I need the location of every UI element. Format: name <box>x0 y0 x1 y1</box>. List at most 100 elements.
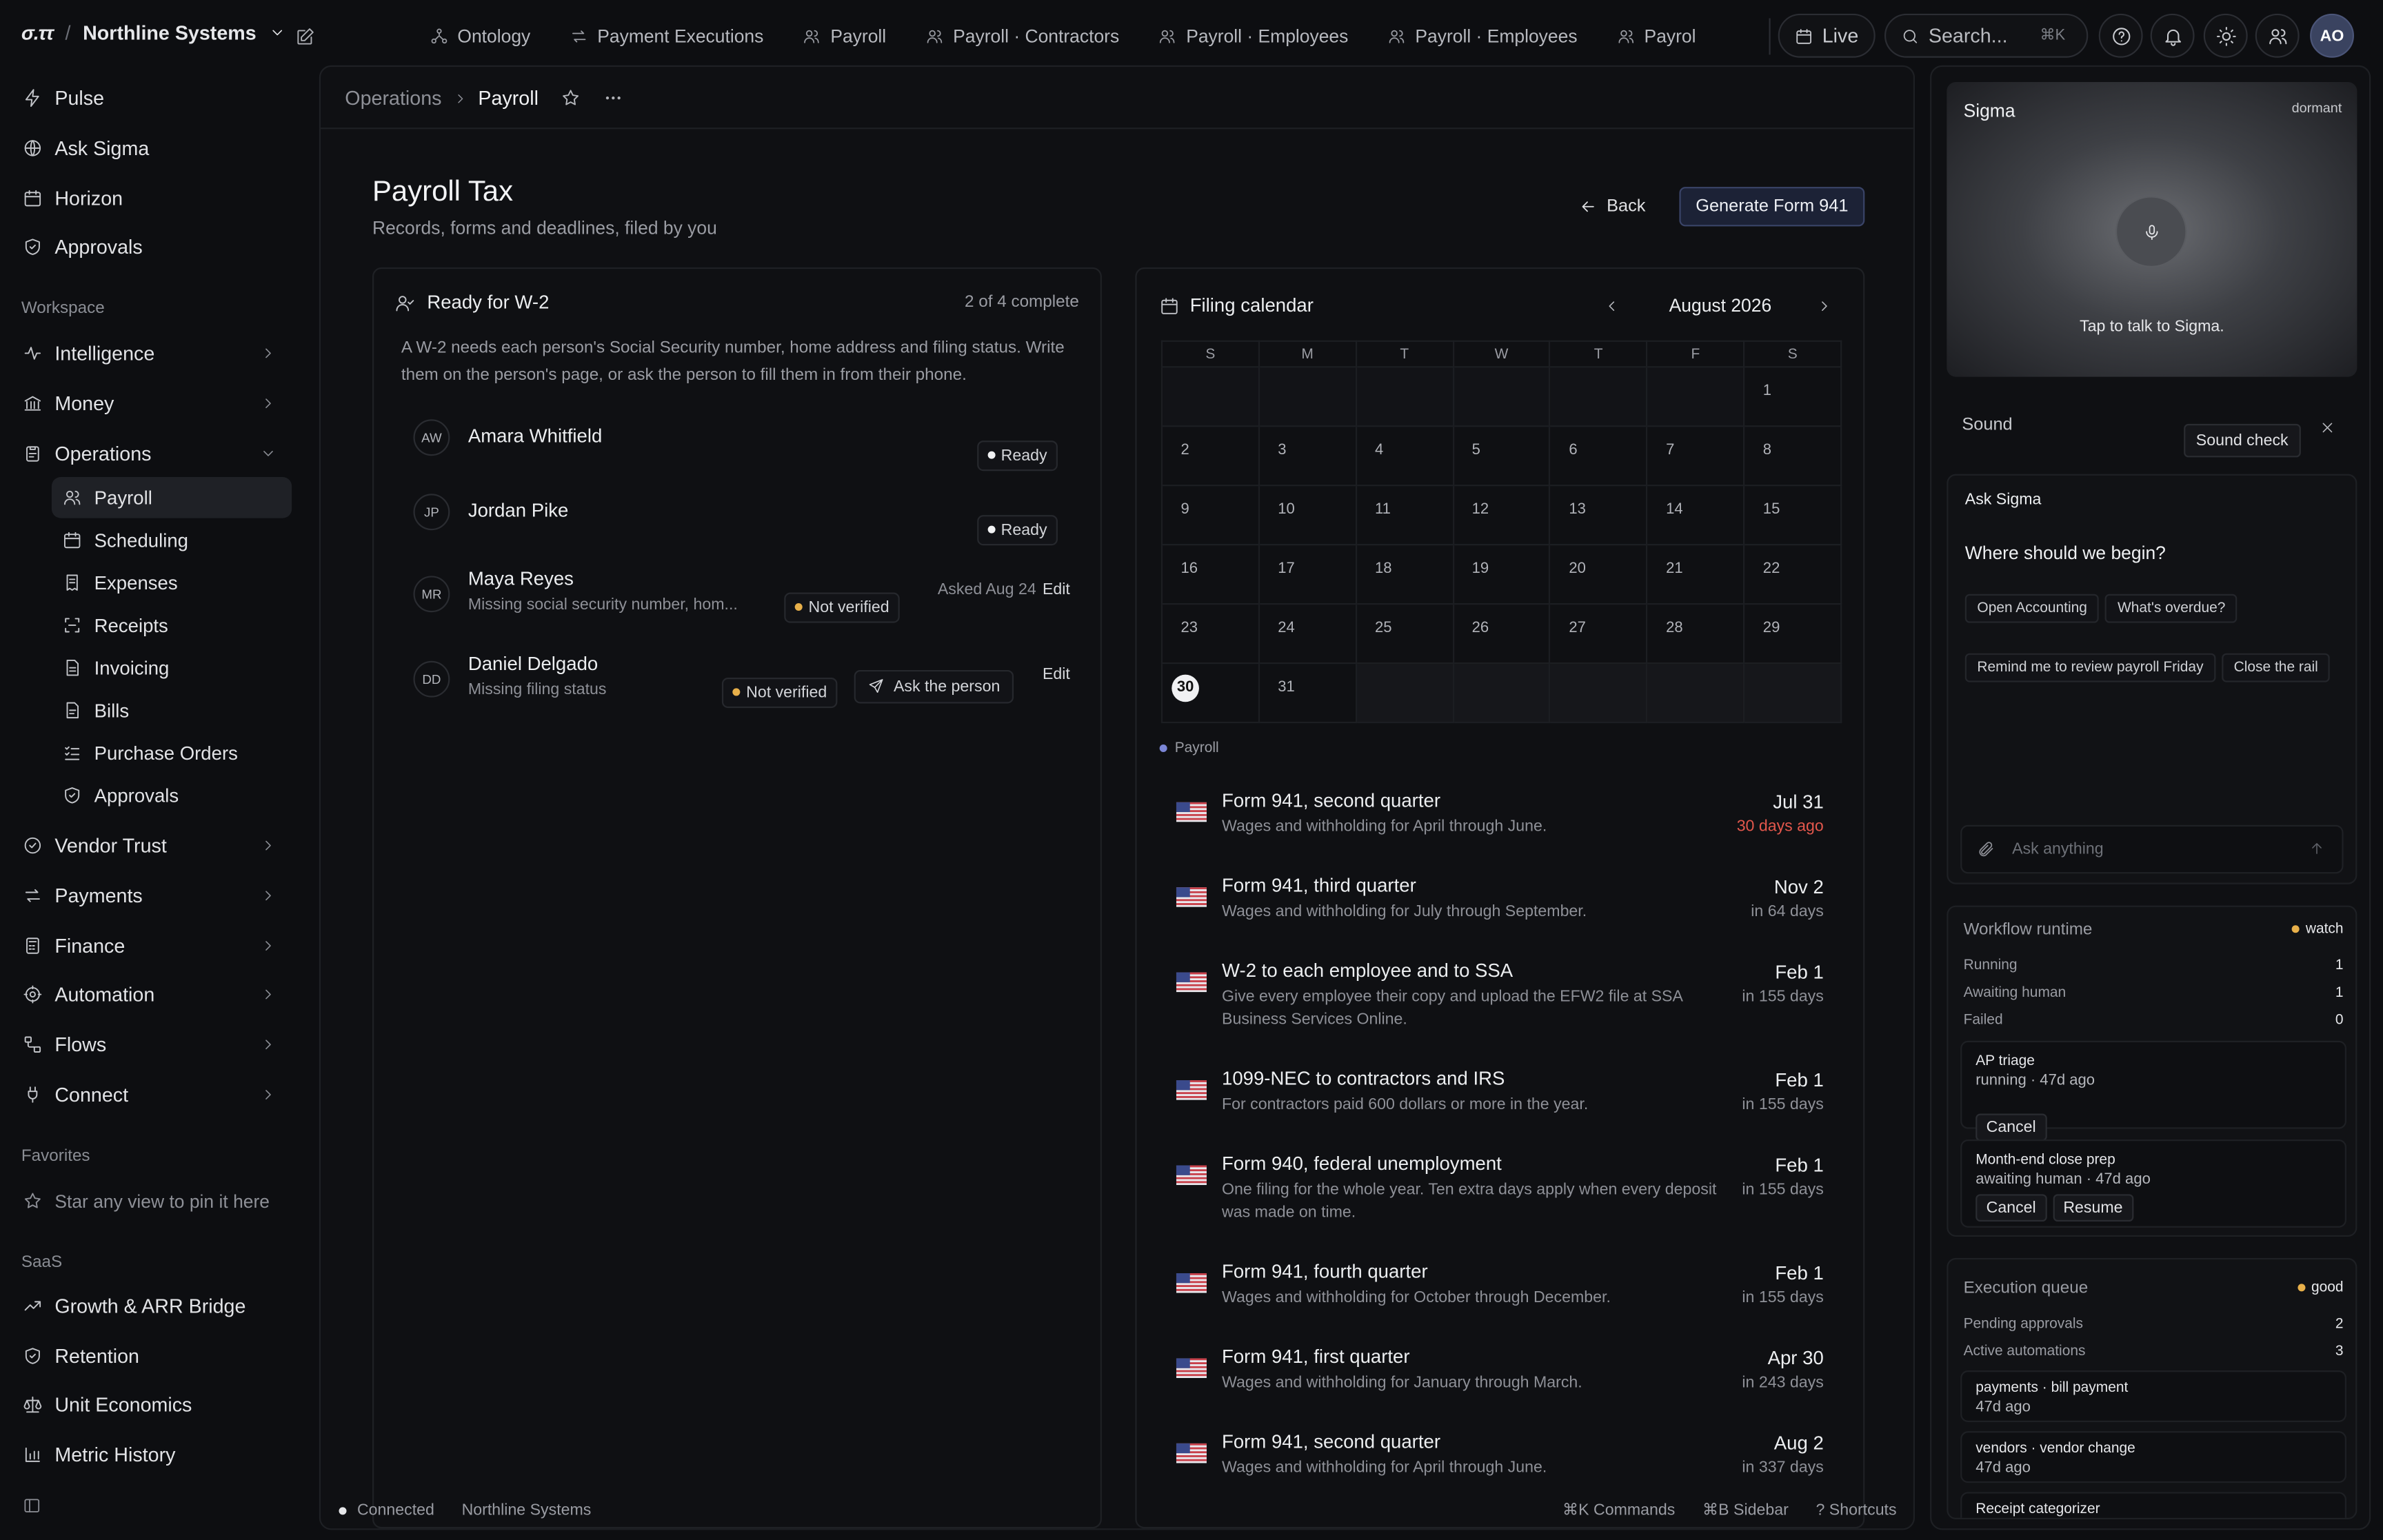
edit-button[interactable]: Edit <box>1043 665 1070 683</box>
microphone-button[interactable] <box>2115 196 2187 267</box>
sidebar-item-ops-approvals[interactable]: Approvals <box>52 775 292 816</box>
calendar-day[interactable]: 23 <box>1160 602 1260 665</box>
star-icon[interactable] <box>561 88 581 108</box>
calendar-day[interactable]: 6 <box>1549 425 1648 487</box>
sidebar-item-receipts[interactable]: Receipts <box>52 605 292 646</box>
calendar-day[interactable]: 17 <box>1258 544 1357 605</box>
calendar-day[interactable]: 8 <box>1743 425 1842 487</box>
tab-payroll-employees-2[interactable]: Payroll · Employees <box>1368 0 1597 73</box>
queue-item[interactable]: vendors · vendor change 47d ago <box>1960 1431 2346 1483</box>
commands-shortcut[interactable]: ⌘K Commands <box>1562 1501 1675 1519</box>
calendar-day[interactable]: 11 <box>1355 485 1454 546</box>
cancel-button[interactable]: Cancel <box>1975 1113 2047 1142</box>
filing-deadline-row[interactable]: 1099-NEC to contractors and IRS For contr… <box>1161 1068 1839 1144</box>
calendar-day[interactable]: 18 <box>1355 544 1454 605</box>
filing-deadline-row[interactable]: Form 941, fourth quarter Wages and withho… <box>1161 1261 1839 1337</box>
sidebar-item-scheduling[interactable]: Scheduling <box>52 520 292 561</box>
theme-toggle[interactable] <box>2203 13 2248 58</box>
sidebar-item-automation[interactable]: Automation <box>12 974 292 1015</box>
tab-ontology[interactable]: Ontology <box>410 0 550 73</box>
person-row[interactable]: JP Jordan Pike Ready <box>395 482 1079 545</box>
paperclip-icon[interactable] <box>1977 840 1995 858</box>
tab-payroll-contractors[interactable]: Payroll · Contractors <box>906 0 1139 73</box>
suggestion-chip[interactable]: What's overdue? <box>2105 594 2238 623</box>
suggestion-chip[interactable]: Remind me to review payroll Friday <box>1964 653 2216 682</box>
sidebar-item-unit-economics[interactable]: Unit Economics <box>12 1384 292 1426</box>
calendar-day[interactable]: 16 <box>1160 544 1260 605</box>
sidebar-item-purchase-orders[interactable]: Purchase Orders <box>52 732 292 773</box>
calendar-day[interactable]: 4 <box>1355 425 1454 487</box>
calendar-day[interactable]: 7 <box>1646 425 1745 487</box>
calendar-day[interactable]: 3 <box>1258 425 1357 487</box>
cancel-button[interactable]: Cancel <box>1975 1194 2047 1222</box>
team-button[interactable] <box>2255 13 2300 58</box>
calendar-day[interactable]: 25 <box>1355 602 1454 665</box>
sidebar-item-ask-sigma[interactable]: Ask Sigma <box>12 128 292 169</box>
sidebar-item-invoicing[interactable]: Invoicing <box>52 647 292 689</box>
sidebar-item-intelligence[interactable]: Intelligence <box>12 333 292 374</box>
filing-deadline-row[interactable]: Form 941, second quarter Wages and withho… <box>1161 790 1839 866</box>
edit-button[interactable]: Edit <box>1043 580 1070 598</box>
calendar-day[interactable]: 1 <box>1743 366 1842 427</box>
filing-deadline-row[interactable]: Form 941, first quarter Wages and withhol… <box>1161 1346 1839 1422</box>
help-button[interactable] <box>2098 13 2143 58</box>
calendar-day[interactable]: 9 <box>1160 485 1260 546</box>
calendar-day[interactable]: 5 <box>1452 425 1551 487</box>
resume-button[interactable]: Resume <box>2052 1194 2133 1222</box>
user-avatar[interactable]: AO <box>2310 13 2354 58</box>
calendar-day[interactable]: 13 <box>1549 485 1648 546</box>
sidebar-item-approvals[interactable]: Approvals <box>12 226 292 267</box>
person-row[interactable]: DD Daniel Delgado Missing filing status … <box>395 644 1079 707</box>
calendar-day[interactable]: 19 <box>1452 544 1551 605</box>
close-icon[interactable] <box>2319 419 2335 436</box>
ask-the-person-button[interactable]: Ask the person <box>854 669 1014 703</box>
calendar-day[interactable]: 29 <box>1743 602 1842 665</box>
tab-payment-executions[interactable]: Payment Executions <box>550 0 783 73</box>
calendar-day[interactable]: 2 <box>1160 425 1260 487</box>
suggestion-chip[interactable]: Close the rail <box>2222 653 2331 682</box>
calendar-day[interactable]: 20 <box>1549 544 1648 605</box>
calendar-day[interactable]: 10 <box>1258 485 1357 546</box>
queue-item[interactable]: payments · bill payment 47d ago <box>1960 1370 2346 1422</box>
calendar-day[interactable]: 31 <box>1258 662 1357 724</box>
sound-check-button[interactable]: Sound check <box>2184 423 2301 458</box>
calendar-day[interactable]: 14 <box>1646 485 1745 546</box>
calendar-day[interactable]: 24 <box>1258 602 1357 665</box>
sidebar-item-flows[interactable]: Flows <box>12 1024 292 1065</box>
filing-deadline-row[interactable]: W-2 to each employee and to SSA Give ever… <box>1161 960 1839 1036</box>
notifications-button[interactable] <box>2150 13 2195 58</box>
calendar-day[interactable]: 12 <box>1452 485 1551 546</box>
workspace-switcher[interactable]: σ.ττ / Northline Systems <box>21 21 285 44</box>
calendar-day[interactable]: 30 <box>1160 662 1260 724</box>
shortcuts-help[interactable]: ? Shortcuts <box>1816 1501 1897 1519</box>
send-arrow-icon[interactable] <box>2309 840 2325 857</box>
filing-deadline-row[interactable]: Form 940, federal unemployment One filing… <box>1161 1153 1839 1229</box>
sidebar-item-payroll[interactable]: Payroll <box>51 477 292 518</box>
calendar-day[interactable]: 15 <box>1743 485 1842 546</box>
breadcrumb-operations[interactable]: Operations <box>345 87 441 110</box>
filing-deadline-row[interactable]: Form 941, third quarter Wages and withhol… <box>1161 875 1839 951</box>
sidebar-item-bills[interactable]: Bills <box>52 690 292 731</box>
calendar-day[interactable]: 28 <box>1646 602 1745 665</box>
sidebar-shortcut[interactable]: ⌘B Sidebar <box>1702 1501 1789 1519</box>
sidebar-item-connect[interactable]: Connect <box>12 1074 292 1115</box>
live-button[interactable]: Live <box>1778 13 1876 58</box>
calendar-day[interactable]: 27 <box>1549 602 1648 665</box>
chevron-left-icon[interactable] <box>1603 298 1620 314</box>
back-button[interactable]: Back <box>1567 188 1658 225</box>
sidebar-item-expenses[interactable]: Expenses <box>52 562 292 603</box>
person-row[interactable]: MR Maya Reyes Missing social security nu… <box>395 559 1079 622</box>
sidebar-item-growth-arr[interactable]: Growth & ARR Bridge <box>12 1286 292 1327</box>
sidebar-item-horizon[interactable]: Horizon <box>12 178 292 219</box>
sidebar-item-payments[interactable]: Payments <box>12 875 292 917</box>
sidebar-toggle-icon[interactable] <box>23 1497 41 1514</box>
sidebar-item-finance[interactable]: Finance <box>12 925 292 966</box>
calendar-day[interactable]: 21 <box>1646 544 1745 605</box>
calendar-day[interactable]: 22 <box>1743 544 1842 605</box>
tab-payroll[interactable]: Payroll <box>783 0 906 73</box>
sidebar-item-operations[interactable]: Operations <box>12 433 292 474</box>
tab-payroll-truncated[interactable]: Payrol <box>1597 0 1716 73</box>
chevron-right-icon[interactable] <box>1816 298 1833 314</box>
queue-item[interactable]: Receipt categorizer <box>1960 1492 2346 1518</box>
compose-icon[interactable] <box>295 28 315 48</box>
